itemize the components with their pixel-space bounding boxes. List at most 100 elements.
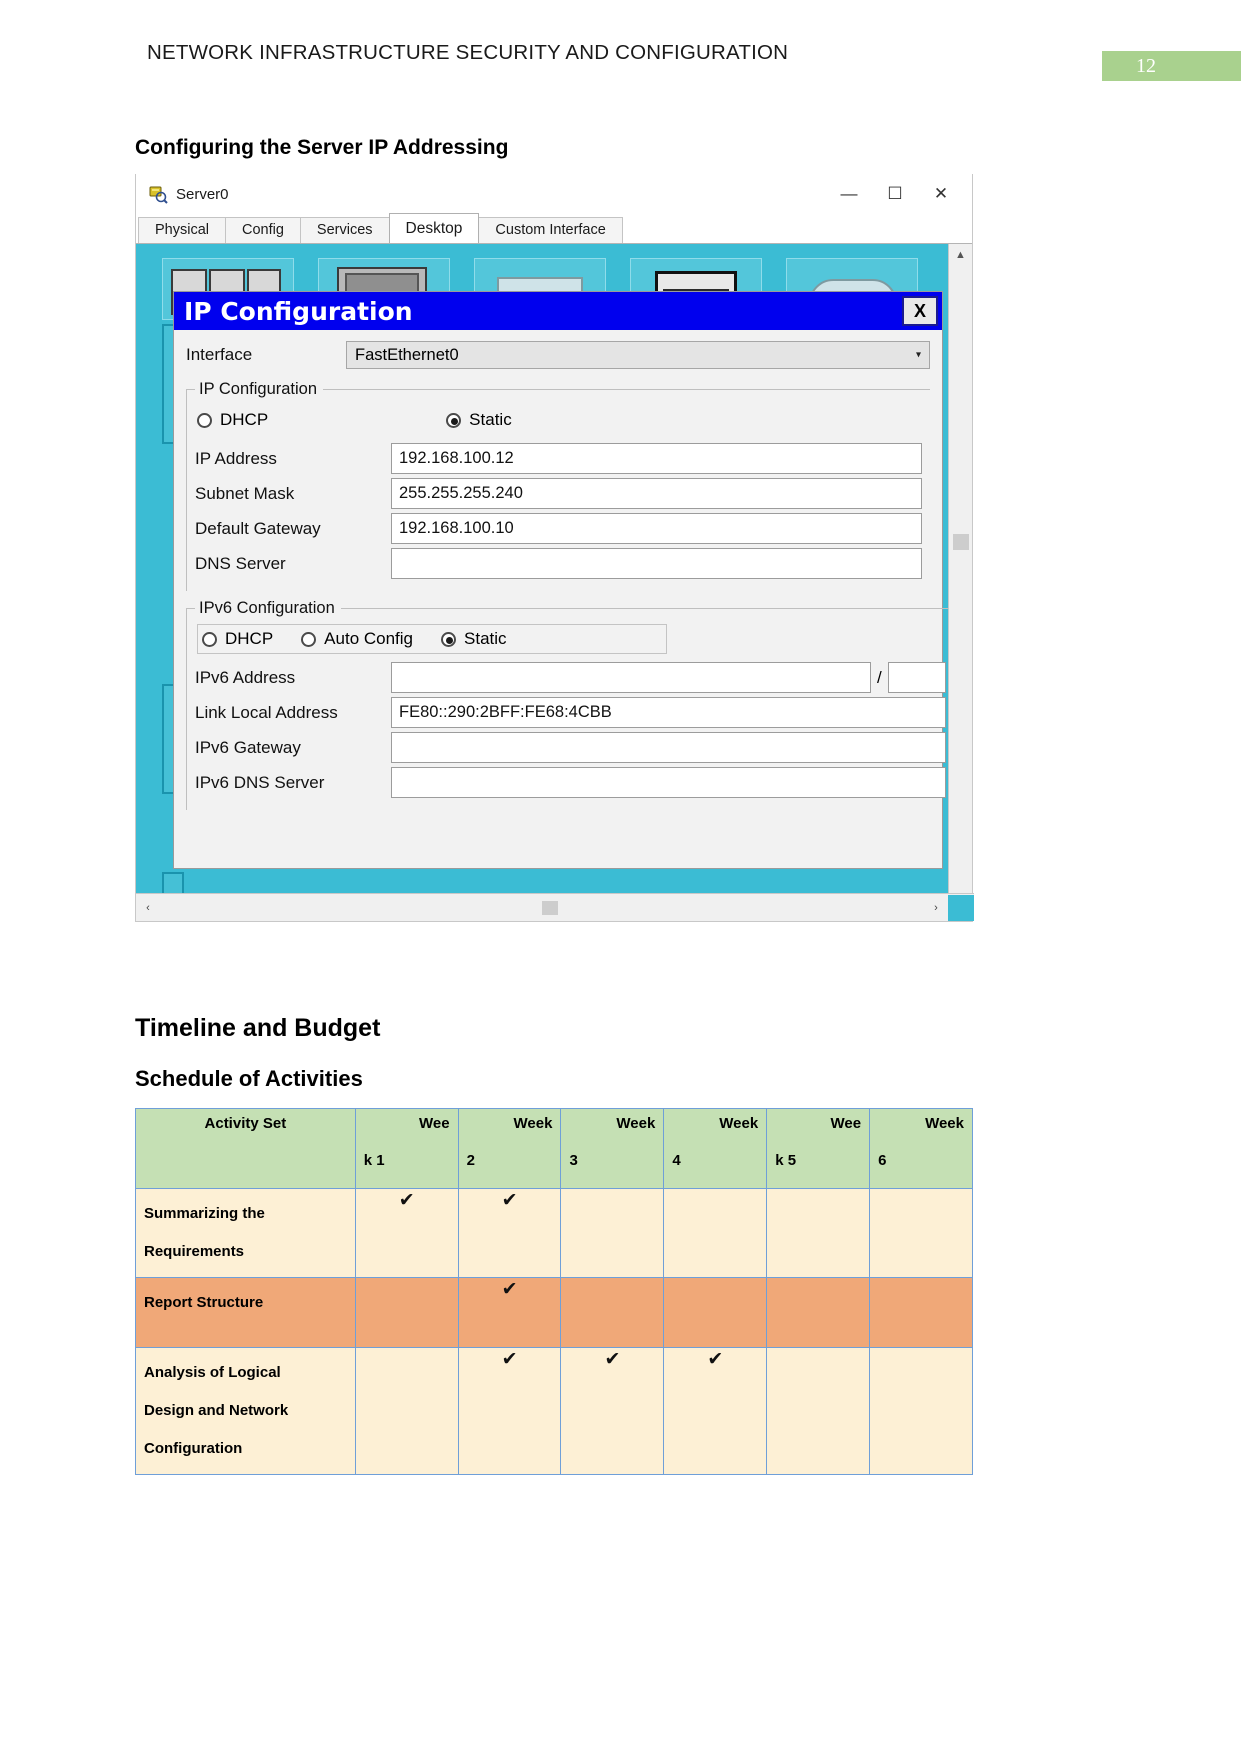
week-4-cell [663,1277,768,1348]
table-row: Summarizing the Requirements ✔ ✔ [135,1188,973,1278]
ipv6-prefix-separator: / [877,667,882,687]
table-row: Analysis of Logical Design and Network C… [135,1347,973,1475]
week-3-cell [560,1277,665,1348]
week-1-cell [354,1277,459,1348]
activity-name: Summarizing the Requirements [135,1188,356,1278]
device-tabs: Physical Config Services Desktop Custom … [136,213,972,244]
ipv6-dns-server-row: IPv6 DNS Server [195,765,946,800]
horizontal-scrollbar-thumb[interactable] [542,900,558,915]
minimize-button[interactable]: — [826,177,872,211]
interface-label: Interface [186,345,253,364]
scroll-right-icon[interactable]: › [924,895,948,921]
ipv4-group-legend: IP Configuration [199,380,318,398]
dns-server-input[interactable] [391,548,922,579]
ipv6-dns-server-label: IPv6 DNS Server [195,772,325,792]
radio-ipv6-static[interactable]: Static [441,629,507,649]
table-body: Summarizing the Requirements ✔ ✔ Report … [135,1188,973,1475]
interface-row: Interface FastEthernet0 ▾ [186,338,930,372]
ipv6-address-label: IPv6 Address [195,667,296,687]
dns-server-row: DNS Server [195,546,922,581]
week-4-cell: ✔ [663,1347,768,1475]
page-number-badge: 12 [1102,51,1241,81]
scroll-left-icon[interactable]: ‹ [136,895,160,921]
server-icon [148,184,168,204]
horizontal-scrollbar-track[interactable] [160,895,924,921]
radio-ipv4-static[interactable]: Static [446,410,512,430]
radio-ipv6-dhcp[interactable]: DHCP [202,629,273,649]
tab-config[interactable]: Config [225,217,301,243]
radio-dot-icon [197,412,212,428]
week-2-cell: ✔ [457,1277,562,1348]
window-title: Server0 [176,185,229,203]
week-3-cell [560,1188,665,1278]
ipv6-gateway-input[interactable] [391,732,946,763]
radio-ipv6-auto-config[interactable]: Auto Config [301,629,413,649]
close-button[interactable]: ✕ [918,177,964,211]
default-gateway-label: Default Gateway [195,518,321,538]
desktop-workspace: IP Configuration X Interface FastEtherne… [136,244,972,921]
ip-configuration-titlebar: IP Configuration X [174,292,942,330]
tab-custom-interface[interactable]: Custom Interface [478,217,623,243]
packet-tracer-window: Server0 — ☐ ✕ Physical Config Services D… [135,174,974,922]
ipv6-group-legend: IPv6 Configuration [199,599,335,617]
radio-ipv4-static-label: Static [469,410,512,429]
ipv4-configuration-group: IP Configuration DHCP Static IP Address [186,380,930,591]
week-5-cell [766,1277,871,1348]
chevron-down-icon: ▾ [915,349,921,361]
window-title-bar: Server0 — ☐ ✕ [136,174,972,214]
header-week-5: Wee k 5 [766,1108,871,1189]
header-activity-set: Activity Set [135,1108,356,1189]
vertical-scrollbar-thumb[interactable] [953,534,969,550]
ipv6-address-input[interactable] [391,662,871,693]
heading-configuring-server-ip: Configuring the Server IP Addressing [135,136,509,159]
ip-configuration-body: Interface FastEthernet0 ▾ IP Configurati… [174,330,954,810]
radio-ipv4-dhcp-label: DHCP [220,410,269,429]
interface-select[interactable]: FastEthernet0 ▾ [346,341,930,369]
week-3-cell: ✔ [560,1347,665,1475]
vertical-scrollbar[interactable]: ▲ ▼ [948,244,972,921]
radio-dot-icon [441,631,457,647]
week-1-cell: ✔ [354,1188,459,1278]
header-week-2: Week 2 [457,1108,562,1189]
link-local-address-row: Link Local Address FE80::290:2BFF:FE68:4… [195,695,946,730]
heading-timeline-and-budget: Timeline and Budget [135,1014,381,1042]
default-gateway-input[interactable]: 192.168.100.10 [391,513,922,544]
week-2-cell: ✔ [457,1188,562,1278]
table-row: Report Structure ✔ [135,1277,973,1348]
scroll-up-icon[interactable]: ▲ [949,244,972,266]
radio-ipv6-static-label: Static [464,629,507,648]
running-title: NETWORK INFRASTRUCTURE SECURITY AND CONF… [147,41,789,64]
week-4-cell [663,1188,768,1278]
header-week-4: Week 4 [663,1108,768,1189]
ip-configuration-title: IP Configuration [184,296,413,326]
header-week-1: Wee k 1 [354,1108,459,1189]
header-week-3: Week 3 [560,1108,665,1189]
subnet-mask-input[interactable]: 255.255.255.240 [391,478,922,509]
tab-desktop[interactable]: Desktop [388,213,480,243]
ipv4-mode-radios: DHCP Static [197,405,922,435]
ip-address-row: IP Address 192.168.100.12 [195,441,922,476]
radio-dot-icon [202,631,217,647]
close-icon[interactable]: X [902,296,938,326]
header-week-6: Week 6 [869,1108,973,1189]
activity-name: Report Structure [135,1277,356,1348]
tab-physical[interactable]: Physical [138,217,226,243]
dns-server-label: DNS Server [195,553,286,573]
radio-dot-icon [446,412,462,428]
ipv6-gateway-label: IPv6 Gateway [195,737,301,757]
ip-address-input[interactable]: 192.168.100.12 [391,443,922,474]
tab-services[interactable]: Services [299,217,390,243]
week-6-cell [869,1188,973,1278]
radio-ipv4-dhcp[interactable]: DHCP [197,410,268,430]
horizontal-scrollbar[interactable]: ‹ › [136,893,974,921]
ipv6-address-row: IPv6 Address / [195,660,946,695]
ip-configuration-dialog: IP Configuration X Interface FastEtherne… [173,291,954,869]
week-6-cell [869,1277,973,1348]
activity-name: Analysis of Logical Design and Network C… [135,1347,356,1475]
ipv6-dns-server-input[interactable] [391,767,946,798]
ipv6-prefix-input[interactable] [887,662,946,693]
link-local-address-input[interactable]: FE80::290:2BFF:FE68:4CBB [391,697,946,728]
page-header: NETWORK INFRASTRUCTURE SECURITY AND CONF… [0,41,1241,81]
default-gateway-row: Default Gateway 192.168.100.10 [195,511,922,546]
maximize-button[interactable]: ☐ [872,177,918,211]
